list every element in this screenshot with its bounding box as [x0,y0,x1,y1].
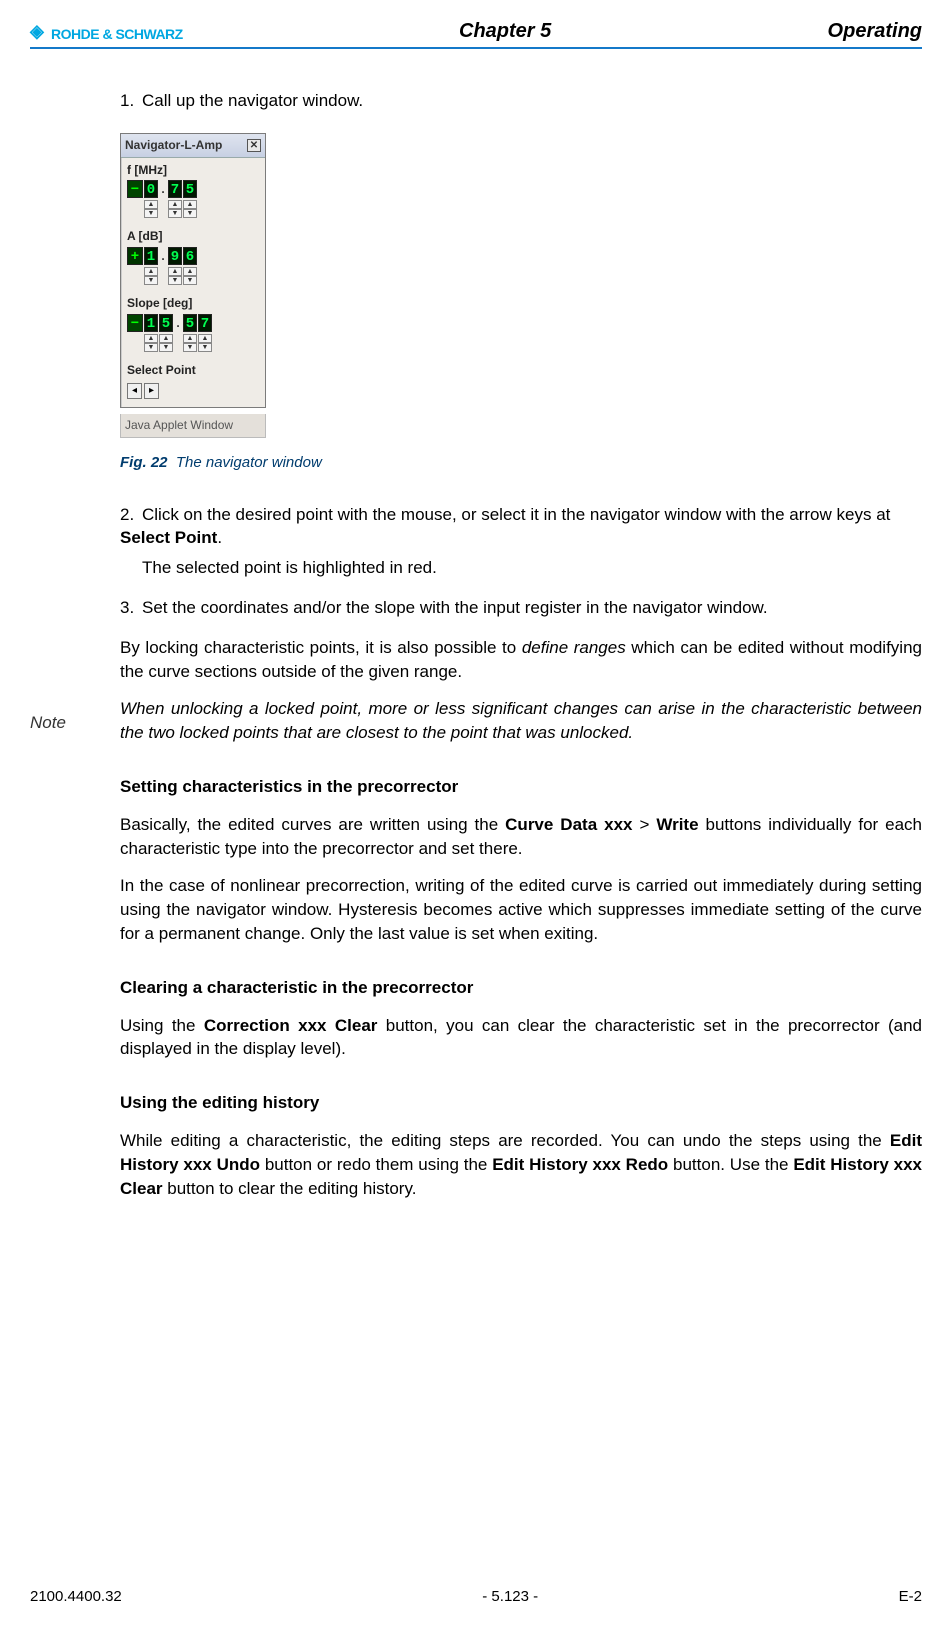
page-header: ROHDE & SCHWARZ Chapter 5 Operating [30,20,922,49]
step-2-text-a: Click on the desired point with the mous… [142,505,890,524]
section-title: Operating [828,20,922,43]
slope-spinner-4[interactable]: ▲▼ [198,334,212,352]
a-spinner-row: ▲▼ ▲▼ ▲▼ [121,267,265,291]
heading-history: Using the editing history [120,1091,922,1115]
history-p: While editing a characteristic, the edit… [120,1129,922,1200]
step-3-number: 3. [120,596,142,620]
f-digit-row: − 0 . 7 5 [121,180,265,200]
step-3: 3.Set the coordinates and/or the slope w… [120,596,922,620]
f-spinner-1[interactable]: ▲▼ [144,200,158,218]
slope-spinner-row: ▲▼ ▲▼ ▲▼ ▲▼ [121,334,265,358]
brand-icon [30,25,48,43]
locking-para-a: By locking characteristic points, it is … [120,638,522,657]
footer-right: E-2 [899,1588,922,1605]
f-label: f [MHz] [121,158,265,181]
slope-spinner-1[interactable]: ▲▼ [144,334,158,352]
close-icon[interactable]: ✕ [247,139,261,152]
locking-para-em: define ranges [522,638,626,657]
margin-column [30,89,120,1214]
dot-icon: . [159,248,167,265]
history-p-mid2: button. Use the [668,1155,793,1174]
dot-icon: . [159,181,167,198]
slope-spinner-2[interactable]: ▲▼ [159,334,173,352]
step-2: 2.Click on the desired point with the mo… [120,503,922,580]
setting-p1-a: Basically, the edited curves are written… [120,815,505,834]
brand-text: ROHDE & SCHWARZ [51,26,183,42]
chapter-title: Chapter 5 [459,20,551,43]
a-spinner-2[interactable]: ▲▼ [168,267,182,285]
slope-digit-4[interactable]: 7 [198,314,212,332]
slope-spinner-3[interactable]: ▲▼ [183,334,197,352]
heading-setting: Setting characteristics in the precorrec… [120,775,922,799]
clearing-p-bold: Correction xxx Clear [204,1016,378,1035]
navigator-window: Navigator-L-Amp ✕ f [MHz] − 0 . 7 5 ▲▼ [120,133,266,408]
step-1-number: 1. [120,89,142,113]
f-sign[interactable]: − [127,180,143,198]
step-1-text: Call up the navigator window. [142,91,363,110]
f-spinner-2[interactable]: ▲▼ [168,200,182,218]
slope-digit-2[interactable]: 5 [159,314,173,332]
a-digit-3[interactable]: 6 [183,247,197,265]
setting-p1: Basically, the edited curves are written… [120,813,922,861]
clearing-p: Using the Correction xxx Clear button, y… [120,1014,922,1062]
f-spinner-row: ▲▼ ▲▼ ▲▼ [121,200,265,224]
f-digit-3[interactable]: 5 [183,180,197,198]
figure-caption-text: The navigator window [176,454,322,471]
step-3-text: Set the coordinates and/or the slope wit… [142,598,768,617]
select-point-right-button[interactable]: ▸ [144,383,159,399]
a-digit-row: + 1 . 9 6 [121,247,265,267]
history-p-mid1: button or redo them using the [260,1155,492,1174]
note-text: When unlocking a locked point, more or l… [120,697,922,745]
clearing-p-a: Using the [120,1016,204,1035]
step-2-text: Click on the desired point with the mous… [120,505,890,548]
slope-label: Slope [deg] [121,291,265,314]
footer-left: 2100.4400.32 [30,1588,122,1605]
history-p-bold2: Edit History xxx Redo [492,1155,668,1174]
step-2-bold: Select Point [120,528,217,547]
step-2-para2: The selected point is highlighted in red… [142,556,922,580]
navigator-title-text: Navigator-L-Amp [125,137,222,154]
setting-p1-bold2: Write [656,815,698,834]
page-footer: 2100.4400.32 - 5.123 - E-2 [30,1588,922,1605]
brand-logo: ROHDE & SCHWARZ [30,25,183,43]
a-sign[interactable]: + [127,247,143,265]
step-1: 1.Call up the navigator window. [120,89,922,113]
step-2-number: 2. [120,503,142,527]
select-point-left-button[interactable]: ◂ [127,383,142,399]
navigator-figure: Navigator-L-Amp ✕ f [MHz] − 0 . 7 5 ▲▼ [120,133,922,438]
a-spinner-3[interactable]: ▲▼ [183,267,197,285]
heading-clearing: Clearing a characteristic in the precorr… [120,976,922,1000]
a-spinner-1[interactable]: ▲▼ [144,267,158,285]
applet-statusbar: Java Applet Window [120,414,266,438]
slope-sign[interactable]: − [127,314,143,332]
f-spinner-3[interactable]: ▲▼ [183,200,197,218]
setting-p1-mid: > [632,815,656,834]
locking-para: By locking characteristic points, it is … [120,636,922,684]
setting-p2: In the case of nonlinear precorrection, … [120,874,922,945]
history-p-a: While editing a characteristic, the edit… [120,1131,890,1150]
slope-digit-3[interactable]: 5 [183,314,197,332]
footer-center: - 5.123 - [482,1588,538,1605]
history-p-end: button to clear the editing history. [163,1179,417,1198]
step-2-text-b: . [217,528,222,547]
f-digit-2[interactable]: 7 [168,180,182,198]
slope-digit-1[interactable]: 1 [144,314,158,332]
a-label: A [dB] [121,224,265,247]
dot-icon: . [174,315,182,332]
select-point-row: ◂ ▸ [121,381,265,407]
figure-number: Fig. 22 [120,454,168,471]
a-digit-2[interactable]: 9 [168,247,182,265]
body-column: 1.Call up the navigator window. Navigato… [120,89,922,1214]
navigator-titlebar: Navigator-L-Amp ✕ [121,134,265,158]
f-digit-1[interactable]: 0 [144,180,158,198]
a-digit-1[interactable]: 1 [144,247,158,265]
figure-caption: Fig. 22 The navigator window [120,452,922,473]
setting-p1-bold1: Curve Data xxx [505,815,632,834]
slope-digit-row: − 1 5 . 5 7 [121,314,265,334]
select-point-label: Select Point [121,358,265,381]
note-label: Note [30,711,66,735]
